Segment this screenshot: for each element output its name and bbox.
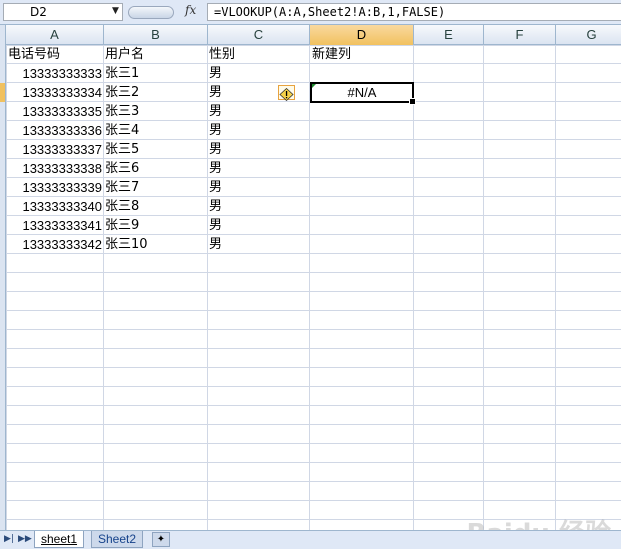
- table-row-name[interactable]: 张三10: [105, 235, 148, 254]
- table-row-gender[interactable]: 男: [209, 121, 222, 140]
- column-header-d[interactable]: D: [310, 25, 414, 45]
- column-header-row: A B C D E F G: [0, 25, 621, 45]
- insert-function-icon[interactable]: fx: [185, 3, 196, 17]
- table-row-phone[interactable]: 13333333334: [6, 83, 102, 102]
- table-row-phone[interactable]: 13333333335: [6, 102, 102, 121]
- column-header-g[interactable]: G: [556, 25, 621, 45]
- table-row-gender[interactable]: 男: [209, 83, 222, 102]
- sheet-tab-bar: ▶| ▶▶ sheet1 Sheet2 ✦: [0, 530, 621, 549]
- active-row-marker: [0, 83, 5, 102]
- tab-sheet2[interactable]: Sheet2: [91, 531, 144, 548]
- table-row-phone[interactable]: 13333333342: [6, 235, 102, 254]
- table-row-gender[interactable]: 男: [209, 235, 222, 254]
- tab-sheet1[interactable]: sheet1: [34, 531, 85, 548]
- name-box[interactable]: D2: [3, 3, 123, 21]
- formula-bar-splitter[interactable]: [128, 6, 174, 19]
- chevron-down-icon[interactable]: ▼: [112, 6, 119, 16]
- cell-b1[interactable]: 用户名: [105, 45, 144, 64]
- formula-bar: D2 ▼ fx =VLOOKUP(A:A,Sheet2!A:B,1,FALSE): [0, 0, 621, 25]
- insert-sheet-icon[interactable]: ✦: [152, 532, 170, 547]
- table-row-gender[interactable]: 男: [209, 159, 222, 178]
- table-row-name[interactable]: 张三3: [105, 102, 139, 121]
- first-sheet-icon[interactable]: ▶|: [4, 534, 14, 544]
- table-row-name[interactable]: 张三8: [105, 197, 139, 216]
- active-cell-border: [310, 82, 414, 103]
- table-row-name[interactable]: 张三4: [105, 121, 139, 140]
- watermark: Baidu 经验: [467, 513, 611, 530]
- column-header-c[interactable]: C: [208, 25, 310, 45]
- table-row-gender[interactable]: 男: [209, 197, 222, 216]
- column-header-f[interactable]: F: [484, 25, 556, 45]
- cell-area[interactable]: 电话号码 用户名 性别 新建列 13333333333 张三1 男 133333…: [6, 45, 621, 530]
- table-row-name[interactable]: 张三1: [105, 64, 139, 83]
- next-sheet-icon[interactable]: ▶▶: [18, 534, 32, 544]
- table-row-gender[interactable]: 男: [209, 64, 222, 83]
- table-row-phone[interactable]: 13333333333: [6, 64, 102, 83]
- cell-c1[interactable]: 性别: [209, 45, 235, 64]
- table-row-phone[interactable]: 13333333338: [6, 159, 102, 178]
- table-row-name[interactable]: 张三2: [105, 83, 139, 102]
- column-header-a[interactable]: A: [6, 25, 104, 45]
- table-row-phone[interactable]: 13333333341: [6, 216, 102, 235]
- table-row-gender[interactable]: 男: [209, 140, 222, 159]
- table-row-name[interactable]: 张三6: [105, 159, 139, 178]
- table-row-phone[interactable]: 13333333336: [6, 121, 102, 140]
- formula-input[interactable]: =VLOOKUP(A:A,Sheet2!A:B,1,FALSE): [207, 3, 621, 21]
- table-row-phone[interactable]: 13333333337: [6, 140, 102, 159]
- cell-a1[interactable]: 电话号码: [8, 45, 60, 64]
- warning-diamond-icon[interactable]: [278, 85, 295, 102]
- table-row-name[interactable]: 张三7: [105, 178, 139, 197]
- table-row-name[interactable]: 张三5: [105, 140, 139, 159]
- cell-d1[interactable]: 新建列: [312, 45, 351, 64]
- table-row-gender[interactable]: 男: [209, 178, 222, 197]
- table-row-gender[interactable]: 男: [209, 102, 222, 121]
- spreadsheet-grid: A B C D E F G 电话号码 用户名 性别 新建列 1333333333…: [0, 25, 621, 530]
- table-row-gender[interactable]: 男: [209, 216, 222, 235]
- fill-handle[interactable]: [409, 98, 416, 105]
- column-header-b[interactable]: B: [104, 25, 208, 45]
- table-row-phone[interactable]: 13333333339: [6, 178, 102, 197]
- table-row-phone[interactable]: 13333333340: [6, 197, 102, 216]
- column-header-e[interactable]: E: [414, 25, 484, 45]
- table-row-name[interactable]: 张三9: [105, 216, 139, 235]
